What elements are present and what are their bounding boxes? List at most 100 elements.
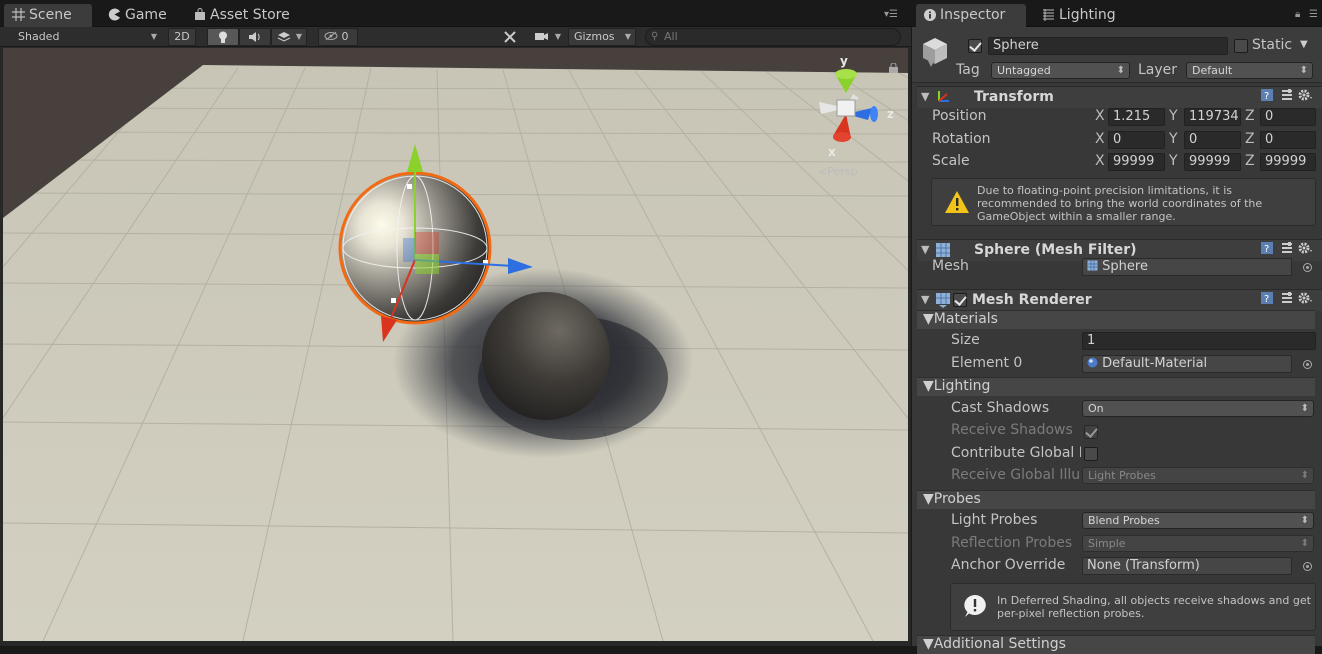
camera-dropdown[interactable]: ▼ — [528, 28, 566, 46]
contribute-gi-label: Contribute Global I — [951, 445, 1081, 461]
draw-mode-dropdown[interactable]: Shaded ▼ — [12, 28, 162, 46]
materials-header: Materials — [933, 311, 998, 327]
camera-icon — [535, 33, 548, 40]
fold-arrow-icon: ▼ — [923, 378, 934, 394]
gizmos-dropdown[interactable]: Gizmos ▼ — [568, 28, 636, 46]
probes-section-header[interactable]: ▼Probes — [917, 490, 1315, 509]
fold-arrow-icon[interactable]: ▼ — [921, 293, 929, 306]
tab-inspector[interactable]: Inspector — [916, 4, 1026, 27]
cast-shadows-label: Cast Shadows — [951, 400, 1050, 416]
mesh-value: Sphere — [1102, 259, 1148, 274]
audio-toggle[interactable] — [239, 28, 271, 46]
cast-shadows-dropdown[interactable]: On — [1082, 400, 1314, 417]
fold-arrow-icon[interactable]: ▼ — [921, 243, 929, 256]
light-probes-label: Light Probes — [951, 512, 1038, 528]
position-label: Position — [932, 108, 987, 124]
reflection-probes-dropdown: Simple — [1082, 535, 1314, 552]
lighting-section-header[interactable]: ▼Lighting — [917, 377, 1315, 396]
preset-icon[interactable] — [1280, 291, 1294, 309]
lighting-toggle[interactable] — [207, 28, 239, 46]
tab-game[interactable]: Game — [100, 4, 175, 27]
rotation-z: 0 — [1265, 132, 1274, 147]
static-dropdown-icon[interactable]: ▼ — [1300, 39, 1308, 50]
object-name-field[interactable]: Sphere — [988, 37, 1228, 55]
tools-icon — [504, 31, 516, 43]
layers-icon — [277, 32, 291, 42]
mesh-renderer-enabled-checkbox[interactable] — [953, 293, 967, 307]
materials-size-value: 1 — [1087, 333, 1096, 348]
tools-button[interactable] — [497, 28, 523, 46]
tab-scene[interactable]: Scene — [4, 4, 92, 27]
rotation-z-field[interactable]: 0 — [1260, 131, 1316, 149]
preset-icon[interactable] — [1280, 241, 1294, 259]
projection-toggle[interactable]: <Persp — [818, 165, 857, 178]
additional-settings-header[interactable]: ▼Additional Settings — [917, 635, 1315, 654]
transform-header[interactable]: ▼ Transform ? — [917, 86, 1322, 108]
projection-label: Persp — [827, 165, 858, 178]
icon-dropdown-arrow-icon[interactable]: ▼ — [928, 59, 934, 68]
mesh-renderer-header[interactable]: ▼ Mesh Renderer ? — [917, 289, 1322, 311]
mesh-renderer-title: Mesh Renderer — [972, 292, 1092, 308]
deferred-info-box: In Deferred Shading, all objects receive… — [950, 583, 1316, 631]
rotation-x-field[interactable]: 0 — [1108, 131, 1165, 149]
tab-scene-label: Scene — [29, 7, 72, 23]
position-y: 119734 — [1189, 109, 1239, 124]
position-x-field[interactable]: 1.215 — [1108, 108, 1165, 126]
element0-picker-icon[interactable] — [1303, 360, 1312, 369]
materials-section-header[interactable]: ▼Materials — [917, 310, 1315, 329]
materials-size-field[interactable]: 1 — [1082, 332, 1316, 350]
inspector-lock-icon[interactable]: 🔒︎ — [1295, 9, 1300, 20]
tab-asset-store[interactable]: Asset Store — [186, 4, 298, 27]
fold-arrow-icon: ▼ — [923, 311, 934, 327]
gizmo-y-label: y — [840, 54, 848, 68]
layer-dropdown[interactable]: Default — [1186, 62, 1313, 79]
mesh-picker-icon[interactable] — [1303, 263, 1312, 272]
gizmos-label: Gizmos — [574, 30, 615, 43]
fold-arrow-icon[interactable]: ▼ — [921, 90, 929, 103]
speaker-icon — [249, 32, 260, 42]
hidden-objects-toggle[interactable]: 0 — [318, 28, 358, 46]
scale-x-field[interactable]: 99999 — [1108, 153, 1165, 171]
scene-search-input[interactable]: ⚲ All — [645, 28, 901, 46]
inspector-tabbar: Inspector Lighting 🔒︎ ☰ — [912, 0, 1322, 27]
view-lock-icon[interactable] — [889, 62, 898, 77]
static-checkbox[interactable] — [1234, 39, 1248, 53]
rotation-y-field[interactable]: 0 — [1184, 131, 1241, 149]
gear-icon[interactable] — [1298, 291, 1313, 309]
receive-gi-value: Light Probes — [1088, 469, 1156, 482]
scale-z-field[interactable]: 99999 — [1260, 153, 1316, 171]
position-y-field[interactable]: 119734 — [1184, 108, 1241, 126]
scale-y-field[interactable]: 99999 — [1184, 153, 1241, 171]
gear-icon[interactable] — [1298, 88, 1313, 106]
help-book-icon[interactable]: ? — [1260, 88, 1274, 106]
anchor-override-picker-icon[interactable] — [1303, 562, 1312, 571]
lighting-icon — [1043, 9, 1054, 21]
rotation-y: 0 — [1189, 132, 1198, 147]
inspector-menu-icon[interactable]: ☰ — [1309, 9, 1318, 20]
scene-viewport[interactable]: y z x <Persp — [3, 48, 908, 641]
gear-icon[interactable] — [1298, 241, 1313, 259]
static-label: Static — [1252, 37, 1293, 53]
mesh-filter-icon — [936, 243, 950, 257]
preset-icon[interactable] — [1280, 88, 1294, 106]
panel-menu-icon[interactable]: ▾☰ — [884, 9, 898, 20]
light-probes-dropdown[interactable]: Blend Probes — [1082, 512, 1314, 529]
element0-object-field[interactable]: Default-Material — [1082, 355, 1292, 373]
deferred-info-text: In Deferred Shading, all objects receive… — [997, 594, 1311, 620]
help-book-icon[interactable]: ? — [1260, 291, 1274, 309]
tab-lighting[interactable]: Lighting — [1034, 4, 1124, 27]
tag-dropdown[interactable]: Untagged — [991, 62, 1130, 79]
active-checkbox[interactable] — [968, 39, 982, 53]
help-book-icon[interactable]: ? — [1260, 241, 1274, 259]
anchor-override-field[interactable]: None (Transform) — [1082, 557, 1292, 575]
search-icon: ⚲ — [651, 31, 659, 42]
mesh-object-field[interactable]: Sphere — [1082, 258, 1292, 276]
cube-icon — [923, 38, 947, 64]
effects-dropdown[interactable]: ▼ — [271, 28, 307, 46]
2d-toggle[interactable]: 2D — [168, 28, 196, 46]
bag-icon — [195, 8, 205, 20]
position-z-field[interactable]: 0 — [1260, 108, 1316, 126]
contribute-gi-checkbox[interactable] — [1084, 447, 1098, 461]
element0-label: Element 0 — [951, 355, 1023, 371]
rotation-z-axis: Z — [1245, 131, 1255, 147]
